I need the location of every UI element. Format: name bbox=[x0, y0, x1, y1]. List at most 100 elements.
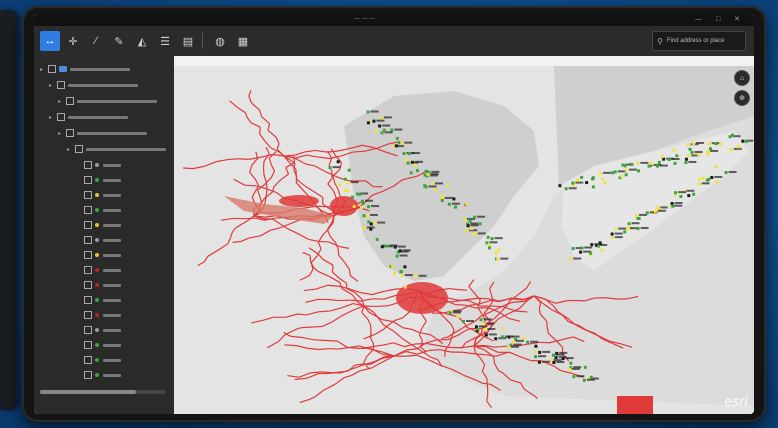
navigate-icon[interactable]: ↔ bbox=[40, 31, 60, 51]
river-segment bbox=[553, 365, 561, 371]
layer-row[interactable] bbox=[76, 280, 121, 290]
station-marker bbox=[476, 327, 480, 331]
document-icon[interactable]: ▤ bbox=[178, 31, 198, 51]
layer-visibility-checkbox[interactable] bbox=[84, 296, 92, 304]
layer-visibility-checkbox[interactable] bbox=[84, 176, 92, 184]
layer-visibility-checkbox[interactable] bbox=[84, 221, 92, 229]
layer-row[interactable] bbox=[76, 370, 121, 380]
layer-row[interactable] bbox=[76, 325, 121, 335]
layer-row[interactable] bbox=[76, 250, 121, 260]
home-button[interactable]: ⌂ bbox=[734, 70, 750, 86]
globe-icon[interactable]: ◍ bbox=[210, 31, 230, 51]
station-marker bbox=[614, 227, 618, 231]
station-marker bbox=[714, 142, 718, 146]
label-blur bbox=[103, 268, 121, 272]
compass-button[interactable]: ⊕ bbox=[734, 90, 750, 106]
river-segment bbox=[479, 357, 486, 365]
layer-row[interactable]: ▸ bbox=[49, 112, 128, 122]
river-segment bbox=[426, 342, 439, 347]
station-marker bbox=[613, 170, 617, 174]
pan-icon[interactable]: ✛ bbox=[63, 31, 83, 51]
station-label bbox=[640, 226, 649, 229]
station-label bbox=[584, 246, 593, 249]
horizontal-scrollbar[interactable] bbox=[40, 390, 166, 394]
layer-visibility-checkbox[interactable] bbox=[84, 251, 92, 259]
layer-visibility-checkbox[interactable] bbox=[84, 281, 92, 289]
station-marker bbox=[522, 336, 526, 340]
station-marker bbox=[600, 248, 604, 252]
layer-visibility-checkbox[interactable] bbox=[84, 161, 92, 169]
layer-row[interactable] bbox=[76, 205, 121, 215]
layer-visibility-checkbox[interactable] bbox=[57, 81, 65, 89]
river-segment bbox=[546, 326, 549, 334]
layer-visibility-checkbox[interactable] bbox=[66, 97, 74, 105]
station-label bbox=[394, 128, 403, 131]
layer-row[interactable] bbox=[76, 220, 121, 230]
layer-visibility-checkbox[interactable] bbox=[84, 266, 92, 274]
expand-toggle-icon[interactable]: ▸ bbox=[58, 130, 66, 137]
station-marker bbox=[440, 199, 444, 203]
river-segment bbox=[489, 288, 492, 294]
layer-row[interactable]: ▸ bbox=[40, 64, 130, 74]
layer-visibility-checkbox[interactable] bbox=[84, 371, 92, 379]
table-icon[interactable]: ▦ bbox=[233, 31, 253, 51]
layer-visibility-checkbox[interactable] bbox=[66, 129, 74, 137]
symbol-swatch bbox=[95, 358, 99, 362]
pencil-icon[interactable]: ✎ bbox=[109, 31, 129, 51]
expand-toggle-icon[interactable]: ▸ bbox=[67, 146, 75, 153]
draw-line-icon[interactable]: ∕ bbox=[86, 31, 106, 51]
layer-row[interactable] bbox=[76, 160, 121, 170]
layer-visibility-checkbox[interactable] bbox=[84, 191, 92, 199]
layer-visibility-checkbox[interactable] bbox=[48, 65, 56, 73]
layer-row[interactable] bbox=[76, 340, 121, 350]
expand-toggle-icon[interactable]: ▸ bbox=[49, 82, 57, 89]
layer-visibility-checkbox[interactable] bbox=[75, 145, 83, 153]
station-marker bbox=[373, 221, 377, 225]
layer-row[interactable] bbox=[76, 175, 121, 185]
river-segment bbox=[465, 339, 472, 344]
station-marker bbox=[336, 160, 340, 164]
river-segment bbox=[284, 344, 297, 347]
window-controls[interactable]: — □ ✕ bbox=[695, 15, 746, 23]
search-box[interactable]: ⚲ Find address or place bbox=[652, 31, 746, 51]
layer-visibility-checkbox[interactable] bbox=[57, 113, 65, 121]
layer-visibility-checkbox[interactable] bbox=[84, 356, 92, 364]
river-segment bbox=[375, 305, 389, 308]
layer-row[interactable] bbox=[76, 295, 121, 305]
layer-visibility-checkbox[interactable] bbox=[84, 341, 92, 349]
layers-icon[interactable]: ☰ bbox=[155, 31, 175, 51]
expand-toggle-icon[interactable]: ▸ bbox=[40, 66, 48, 73]
symbol-swatch bbox=[95, 313, 99, 317]
layer-row[interactable]: ▸ bbox=[49, 80, 138, 90]
station-marker bbox=[484, 333, 488, 337]
layer-visibility-checkbox[interactable] bbox=[84, 311, 92, 319]
layer-row[interactable]: ▸ bbox=[58, 128, 147, 138]
river-segment bbox=[475, 379, 483, 384]
layer-row[interactable] bbox=[76, 235, 121, 245]
layer-visibility-checkbox[interactable] bbox=[84, 206, 92, 214]
search-input[interactable]: Find address or place bbox=[667, 38, 725, 44]
river-segment bbox=[474, 293, 481, 301]
station-marker bbox=[391, 145, 395, 149]
layer-visibility-checkbox[interactable] bbox=[84, 236, 92, 244]
station-label bbox=[402, 249, 411, 252]
expand-toggle-icon[interactable]: ▸ bbox=[49, 114, 57, 121]
layer-row[interactable] bbox=[76, 265, 121, 275]
layer-row[interactable]: ▸ bbox=[67, 144, 166, 154]
station-label bbox=[399, 254, 408, 257]
station-marker bbox=[671, 204, 675, 208]
expand-toggle-icon[interactable]: ▸ bbox=[58, 98, 66, 105]
station-marker bbox=[408, 152, 412, 156]
station-label bbox=[674, 204, 683, 207]
station-label bbox=[573, 257, 582, 260]
scroll-thumb[interactable] bbox=[40, 390, 136, 394]
layer-row[interactable]: ▸ bbox=[58, 96, 157, 106]
layer-row[interactable] bbox=[76, 310, 121, 320]
station-marker bbox=[679, 195, 683, 199]
layer-visibility-checkbox[interactable] bbox=[84, 326, 92, 334]
station-marker bbox=[369, 222, 373, 226]
measure-icon[interactable]: ◭ bbox=[132, 31, 152, 51]
layer-row[interactable] bbox=[76, 355, 121, 365]
layer-row[interactable] bbox=[76, 190, 121, 200]
station-marker bbox=[456, 315, 460, 319]
